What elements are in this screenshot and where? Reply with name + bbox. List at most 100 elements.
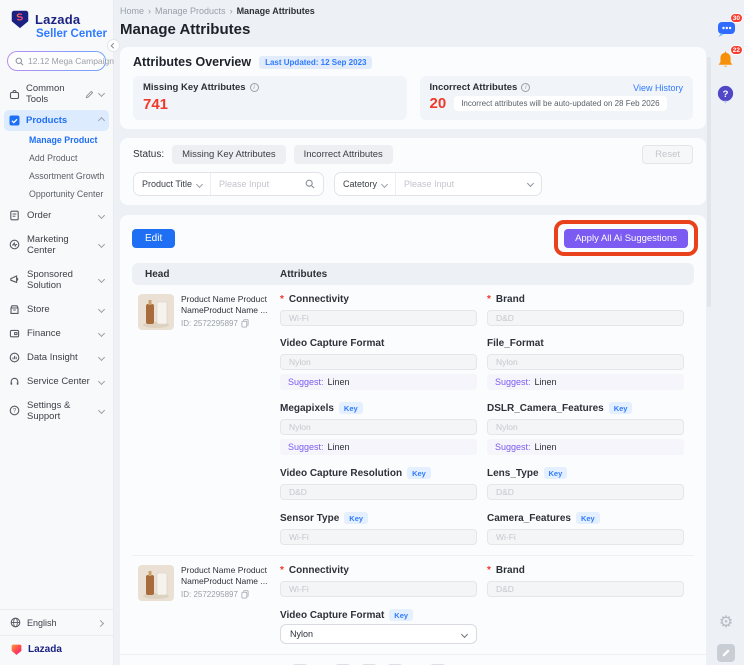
attribute-input[interactable] xyxy=(487,529,684,545)
edit-button[interactable]: Edit xyxy=(132,228,176,248)
store-icon xyxy=(9,304,20,315)
search-icon xyxy=(15,57,24,66)
attribute-label: Brand xyxy=(495,565,525,576)
copy-icon[interactable] xyxy=(241,590,249,599)
ai-suggestion[interactable]: Suggest: Linen xyxy=(487,374,684,390)
data-insight-icon xyxy=(9,352,20,363)
sidebar-subitem-assortment-growth[interactable]: Assortment Growth xyxy=(0,167,113,185)
attribute-input[interactable] xyxy=(487,310,684,326)
page-editor-button[interactable] xyxy=(715,642,737,664)
required-mark: * xyxy=(280,294,284,305)
chevron-down-icon xyxy=(97,89,106,97)
info-icon[interactable]: i xyxy=(249,83,259,92)
chevron-up-icon xyxy=(97,116,106,125)
notifications-button[interactable]: 22 xyxy=(715,45,743,72)
sidebar-subitem-add-product[interactable]: Add Product xyxy=(0,149,113,167)
attribute-input[interactable] xyxy=(487,354,684,370)
attribute-input[interactable] xyxy=(280,529,477,545)
annotation-highlight-box: Apply All Ai Suggestions xyxy=(554,220,698,256)
ai-suggestion[interactable]: Suggest: Linen xyxy=(487,439,684,455)
attribute-field: Megapixels Key Suggest:Linen xyxy=(280,402,477,455)
view-history-link[interactable]: View History xyxy=(633,83,683,93)
sidebar-menu: Common Tools Products Manage Product Add… xyxy=(0,78,113,428)
sidebar-subitem-opportunity-center[interactable]: Opportunity Center xyxy=(0,185,113,203)
filter-field-selector[interactable]: Product Title xyxy=(134,173,212,195)
breadcrumb-home[interactable]: Home xyxy=(120,6,144,16)
attribute-select[interactable]: Nylon xyxy=(280,624,477,644)
status-pill-incorrect[interactable]: Incorrect Attributes xyxy=(293,145,393,164)
sidebar-subitem-manage-product[interactable]: Manage Product xyxy=(0,131,113,149)
table-header: Head Attributes xyxy=(132,263,694,285)
sidebar-item-data-insight[interactable]: Data Insight xyxy=(0,345,113,369)
product-title-filter: Product Title xyxy=(133,172,325,196)
attribute-input[interactable] xyxy=(487,484,684,500)
copy-icon[interactable] xyxy=(241,319,249,328)
missing-key-count: 741 xyxy=(143,96,169,113)
breadcrumb-manage-products[interactable]: Manage Products xyxy=(155,6,226,16)
attribute-input[interactable] xyxy=(280,419,477,435)
sidebar-item-common-tools[interactable]: Common Tools xyxy=(0,78,113,110)
breadcrumb-current: Manage Attributes xyxy=(236,6,315,16)
sidebar-item-service-center[interactable]: Service Center xyxy=(0,369,113,393)
attribute-field: Lens_Type Key xyxy=(487,467,684,500)
incorrect-count: 20 xyxy=(429,95,447,112)
last-updated-badge: Last Updated: 12 Sep 2023 xyxy=(259,55,373,69)
chevron-down-icon xyxy=(97,406,106,415)
service-icon xyxy=(9,376,20,387)
chevron-down-icon xyxy=(97,329,106,337)
main-content: Home › Manage Products › Manage Attribut… xyxy=(114,0,744,665)
language-selector[interactable]: English xyxy=(0,609,113,635)
info-icon[interactable]: i xyxy=(521,83,531,92)
reset-button[interactable]: Reset xyxy=(642,145,693,164)
column-attributes: Attributes xyxy=(280,268,328,280)
attribute-input[interactable] xyxy=(280,581,477,597)
attribute-field: Sensor Type Key xyxy=(280,512,477,545)
incorrect-attributes-card: Incorrect Attributes i View History 20 I… xyxy=(419,76,693,120)
sidebar-item-settings-support[interactable]: ? Settings & Support xyxy=(0,393,113,428)
status-pill-missing-key[interactable]: Missing Key Attributes xyxy=(172,145,286,164)
filter-field-selector[interactable]: Catetory xyxy=(335,173,397,195)
sidebar-item-products[interactable]: Products xyxy=(4,110,109,131)
attribute-label: Connectivity xyxy=(288,565,349,576)
settings-gear-button[interactable]: ⚙ xyxy=(715,612,737,634)
bell-badge: 22 xyxy=(729,45,743,55)
attribute-field: File_Format Suggest:Linen xyxy=(487,338,684,390)
attribute-label: Sensor Type xyxy=(280,512,340,524)
category-input[interactable] xyxy=(396,179,527,189)
attribute-input[interactable] xyxy=(280,310,477,326)
brand-subtitle: Seller Center xyxy=(36,28,107,40)
attribute-input[interactable] xyxy=(487,419,684,435)
sidebar-item-marketing-center[interactable]: Marketing Center xyxy=(0,227,113,262)
search-icon[interactable] xyxy=(303,179,323,189)
product-cell: Product Name Product NameProduct Name ..… xyxy=(132,565,270,644)
attribute-field: Video Capture Format Key Nylon xyxy=(280,609,477,644)
attribute-input[interactable] xyxy=(280,484,477,500)
attribute-label: File_Format xyxy=(487,338,544,349)
sidebar-search-input[interactable] xyxy=(28,56,114,66)
attribute-input[interactable] xyxy=(487,581,684,597)
sidebar-item-order[interactable]: Order xyxy=(0,203,113,227)
breadcrumb: Home › Manage Products › Manage Attribut… xyxy=(120,6,315,16)
ai-suggestion[interactable]: Suggest: Linen xyxy=(280,374,477,390)
chevron-down-icon[interactable] xyxy=(526,179,541,187)
sidebar-item-finance[interactable]: Finance xyxy=(0,321,113,345)
filters-card: Status: Missing Key Attributes Incorrect… xyxy=(120,138,706,205)
finance-icon xyxy=(9,328,20,339)
apply-all-ai-suggestions-button[interactable]: Apply All Ai Suggestions xyxy=(564,229,688,248)
chevron-down-icon xyxy=(97,275,106,284)
key-badge: Key xyxy=(344,512,369,524)
sidebar-item-sponsored-solution[interactable]: Sponsored Solution xyxy=(0,262,113,297)
help-button[interactable]: ? xyxy=(715,84,737,106)
ai-suggestion[interactable]: Suggest: Linen xyxy=(280,439,477,455)
scrollbar[interactable] xyxy=(707,57,711,307)
attribute-input[interactable] xyxy=(280,354,477,370)
overview-title: Attributes Overview xyxy=(133,55,252,69)
lazada-heart-icon: S xyxy=(9,8,31,30)
chevron-down-icon xyxy=(195,180,204,189)
brand-logo: S Lazada Seller Center xyxy=(0,0,113,42)
attribute-field: DSLR_Camera_Features Key Suggest:Linen xyxy=(487,402,684,455)
sidebar-item-store[interactable]: Store xyxy=(0,297,113,321)
sidebar-collapse-button[interactable] xyxy=(107,39,120,52)
product-title-input[interactable] xyxy=(211,179,304,189)
chat-button[interactable]: 30 xyxy=(715,13,743,40)
